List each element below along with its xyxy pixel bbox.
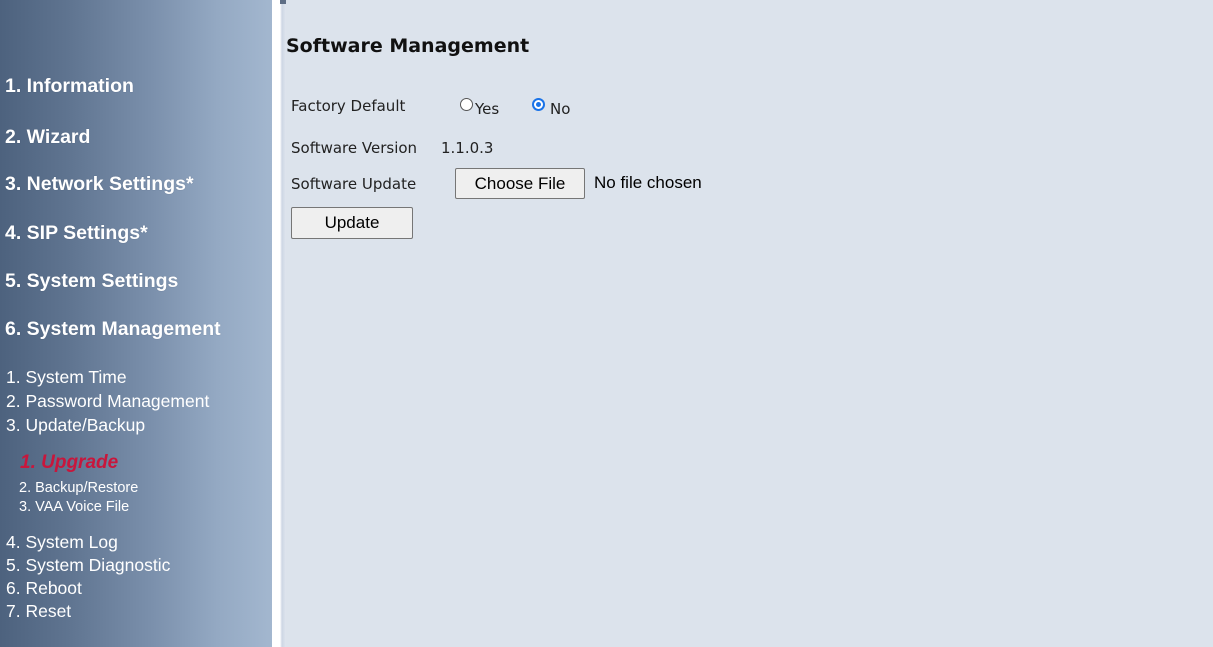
nav-reset[interactable]: 7. Reset: [6, 601, 71, 622]
nav-wizard[interactable]: 2. Wizard: [5, 126, 90, 149]
nav-system-management[interactable]: 6. System Management: [5, 318, 221, 341]
nav-system-time[interactable]: 1. System Time: [6, 367, 127, 388]
nav-system-settings[interactable]: 5. System Settings: [5, 270, 178, 293]
software-update-label: Software Update: [291, 175, 417, 193]
nav-upgrade-active[interactable]: 1. Upgrade: [20, 452, 118, 474]
factory-default-yes-label: Yes: [475, 100, 500, 118]
software-version-value: 1.1.0.3: [441, 139, 494, 157]
factory-default-yes-radio[interactable]: [460, 98, 473, 111]
nav-system-diagnostic[interactable]: 5. System Diagnostic: [6, 555, 170, 576]
factory-default-no-radio[interactable]: [532, 98, 545, 111]
update-button[interactable]: Update: [291, 207, 413, 239]
nav-sip-settings[interactable]: 4. SIP Settings*: [5, 222, 148, 245]
nav-password-management[interactable]: 2. Password Management: [6, 391, 209, 412]
nav-network-settings[interactable]: 3. Network Settings*: [5, 173, 194, 196]
choose-file-button[interactable]: Choose File: [455, 168, 585, 199]
frame-divider: [272, 0, 286, 647]
main-content: Software Management Factory Default Yes …: [286, 0, 1213, 647]
sidebar-nav: 1. Information 2. Wizard 3. Network Sett…: [0, 0, 272, 647]
nav-reboot[interactable]: 6. Reboot: [6, 578, 82, 599]
nav-backup-restore[interactable]: 2. Backup/Restore: [19, 480, 138, 496]
software-version-label: Software Version: [291, 139, 418, 157]
factory-default-no-label: No: [550, 100, 571, 118]
nav-update-backup[interactable]: 3. Update/Backup: [6, 415, 145, 436]
nav-information[interactable]: 1. Information: [5, 75, 134, 98]
nav-vaa-voice-file[interactable]: 3. VAA Voice File: [19, 499, 129, 515]
page-title: Software Management: [286, 35, 530, 57]
no-file-chosen-text: No file chosen: [594, 173, 702, 192]
nav-system-log[interactable]: 4. System Log: [6, 532, 118, 553]
factory-default-label: Factory Default: [291, 97, 406, 115]
